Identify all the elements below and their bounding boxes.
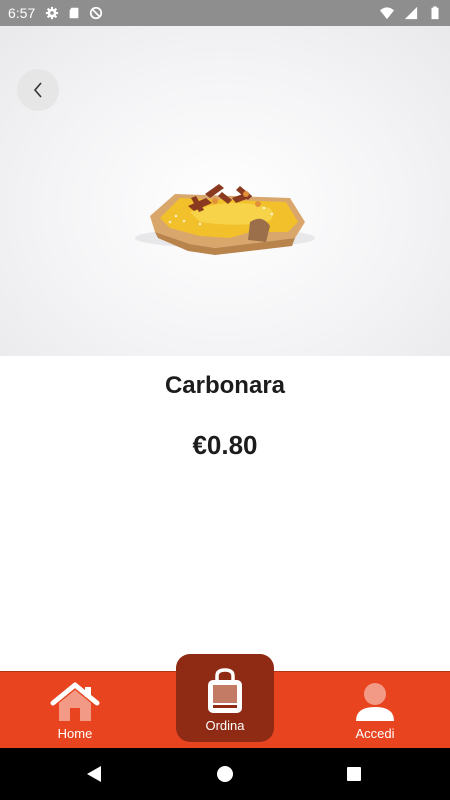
nav-home-label: Home	[57, 726, 93, 741]
gear-icon	[46, 6, 59, 20]
home-icon	[50, 682, 100, 721]
nav-ordina-label: Ordina	[205, 718, 245, 733]
system-back-button[interactable]	[64, 748, 124, 800]
nav-home[interactable]: Home	[35, 672, 115, 749]
status-bar: 6:57	[0, 0, 450, 26]
signal-icon	[404, 6, 418, 20]
system-recents-button[interactable]	[324, 748, 384, 800]
status-time: 6:57	[8, 5, 36, 21]
no-sync-icon	[90, 6, 103, 20]
sd-card-icon	[69, 7, 79, 19]
system-nav-bar	[0, 748, 450, 800]
circle-home-icon	[217, 766, 233, 782]
system-home-button[interactable]	[195, 748, 255, 800]
pizza-slice-image	[135, 184, 315, 255]
square-recents-icon	[347, 767, 361, 781]
shopping-bag-icon	[208, 668, 242, 713]
triangle-back-icon	[87, 766, 101, 782]
product-title: Carbonara	[164, 372, 286, 399]
wifi-icon	[380, 7, 394, 20]
product-price: €0.80	[192, 430, 258, 460]
user-icon	[356, 683, 394, 721]
nav-accedi-label: Accedi	[355, 726, 395, 741]
nav-ordina[interactable]: Ordina	[176, 654, 274, 742]
battery-icon	[431, 6, 439, 20]
nav-accedi[interactable]: Accedi	[335, 672, 415, 749]
product-image	[0, 26, 450, 356]
chevron-left-icon	[33, 82, 42, 98]
back-button[interactable]	[17, 69, 59, 111]
